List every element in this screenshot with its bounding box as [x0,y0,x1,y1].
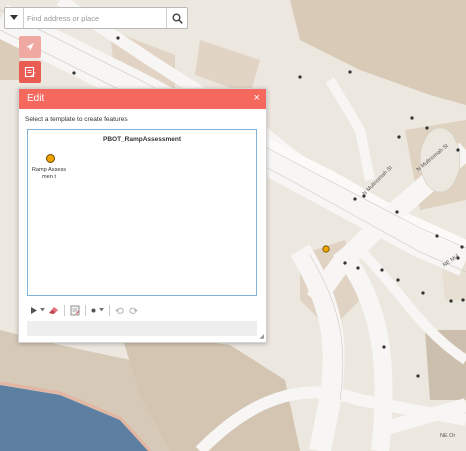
edit-panel-title: Edit [27,93,45,104]
eraser-icon[interactable] [48,304,59,316]
toolbar-divider [109,304,110,316]
edit-icon [24,66,36,78]
edit-panel-footer [27,321,257,336]
point-symbol-icon [46,154,55,163]
undo-icon[interactable] [115,304,125,316]
template-layer-name: PBOT_RampAssessment [102,136,182,143]
resize-grip-icon[interactable]: ◢ [259,333,264,340]
search-bar [4,7,188,29]
edit-panel: Edit × Select a template to create featu… [18,88,267,343]
toolbar-divider [64,304,65,316]
toolbar-divider [85,304,86,316]
template-instruction: Select a template to create features [25,116,128,123]
redo-icon[interactable] [128,304,138,316]
chevron-down-icon [10,15,18,20]
point-icon[interactable] [91,304,96,316]
close-button[interactable]: × [254,92,260,104]
search-button[interactable] [166,8,187,28]
select-icon[interactable] [31,304,37,316]
edit-toolbar [27,302,257,318]
dropdown-arrow-icon[interactable] [40,304,45,316]
street-label: NE Or [440,433,456,439]
map-app: N Multnomah St N Multnomah St NE Mul NE … [0,0,466,451]
search-source-dropdown[interactable] [5,8,24,28]
search-icon [172,13,183,24]
ramp-assessment-point [322,245,330,253]
locate-icon [26,43,34,51]
dropdown-arrow-icon[interactable] [99,304,104,316]
search-input[interactable] [27,9,165,27]
edit-panel-header[interactable]: Edit × [19,89,266,109]
template-item-label: Ramp Assessmen t [31,167,67,180]
locate-button[interactable] [19,36,41,58]
edit-widget-button[interactable] [19,61,41,83]
attributes-icon[interactable] [70,304,80,316]
template-picker: PBOT_RampAssessment Ramp Assessmen t [27,129,257,296]
